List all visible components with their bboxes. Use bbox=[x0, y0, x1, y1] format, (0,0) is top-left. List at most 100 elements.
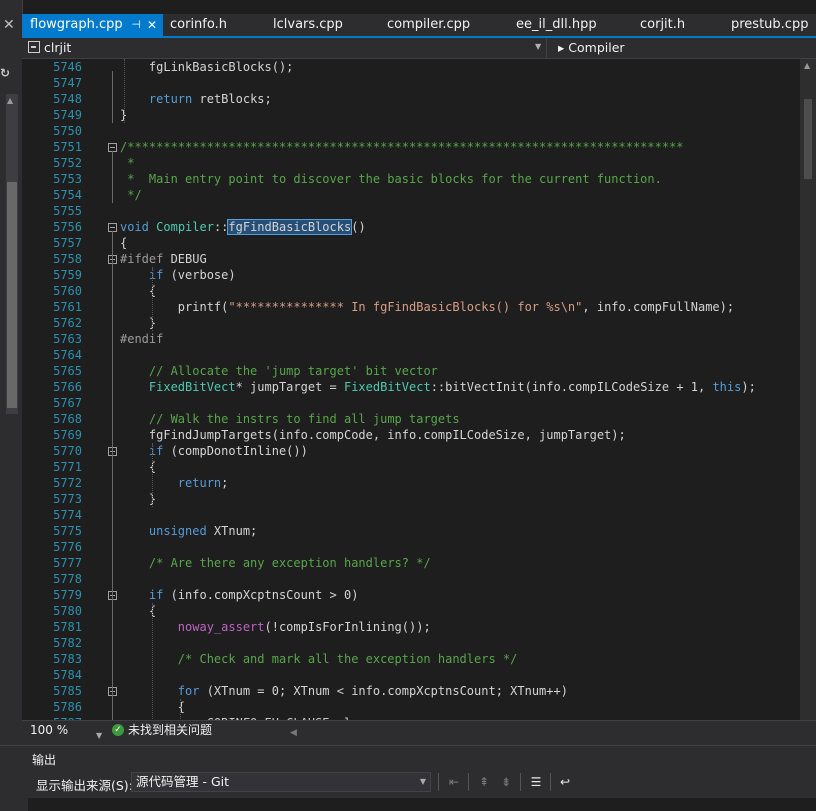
tab-corjit-h[interactable]: corjit.h bbox=[640, 14, 685, 36]
tab-corinfo-h[interactable]: corinfo.h bbox=[170, 14, 227, 36]
tab-label: lclvars.cpp bbox=[273, 17, 343, 32]
code-line[interactable]: 5754 */ bbox=[22, 187, 800, 203]
code-line[interactable]: 5770 if (compDonotInline()) bbox=[22, 443, 800, 459]
pin-icon[interactable]: ⊣ bbox=[131, 14, 141, 36]
code-line[interactable]: 5756 void Compiler::fgFindBasicBlocks() bbox=[22, 219, 800, 235]
chevron-down-icon[interactable]: ▼ bbox=[535, 42, 541, 51]
scroll-thumb[interactable] bbox=[804, 99, 812, 179]
search-options-icon[interactable]: ↻ bbox=[0, 66, 10, 80]
close-tab-icon[interactable]: ✕ bbox=[147, 14, 157, 36]
tab-label: corinfo.h bbox=[170, 17, 227, 32]
code-text: if (compDonotInline()) bbox=[148, 444, 308, 458]
code-line[interactable]: 5773 } bbox=[22, 491, 800, 507]
fold-region-line bbox=[112, 695, 113, 720]
next-message-icon[interactable]: ⇟ bbox=[499, 775, 513, 789]
line-number: 5771 bbox=[53, 460, 82, 474]
code-line[interactable]: 5779 if (info.compXcptnsCount > 0) bbox=[22, 587, 800, 603]
code-line[interactable]: 5763 #endif bbox=[22, 331, 800, 347]
code-line[interactable]: 5746 fgLinkBasicBlocks(); bbox=[22, 59, 800, 75]
code-line[interactable]: 5783 /* Check and mark all the exception… bbox=[22, 651, 800, 667]
tab-ee-il-dll-hpp[interactable]: ee_il_dll.hpp bbox=[516, 14, 597, 36]
code-line[interactable]: 5753 * Main entry point to discover the … bbox=[22, 171, 800, 187]
zoom-level[interactable]: 100 % bbox=[30, 721, 68, 740]
code-line[interactable]: 5760 { bbox=[22, 283, 800, 299]
code-line[interactable]: 5778 bbox=[22, 571, 800, 587]
line-number: 5764 bbox=[53, 348, 82, 362]
line-number: 5779 bbox=[53, 588, 82, 602]
scroll-up-icon[interactable]: ▲ bbox=[7, 96, 13, 105]
code-line[interactable]: 5751 /***********************************… bbox=[22, 139, 800, 155]
scope-label: Compiler bbox=[568, 40, 625, 55]
code-line[interactable]: 5775 unsigned XTnum; bbox=[22, 523, 800, 539]
scroll-up-icon[interactable]: ▲ bbox=[804, 61, 810, 70]
code-line[interactable]: 5781 noway_assert(!compIsForInlining()); bbox=[22, 619, 800, 635]
issues-status[interactable]: 未找到相关问题 bbox=[128, 721, 212, 740]
line-number: 5783 bbox=[53, 652, 82, 666]
code-text: * Main entry point to discover the basic… bbox=[120, 172, 662, 186]
tab-label: compiler.cpp bbox=[387, 17, 471, 32]
code-line[interactable]: 5747 bbox=[22, 75, 800, 91]
code-line[interactable]: 5786 { bbox=[22, 699, 800, 715]
indent-guide bbox=[152, 267, 154, 331]
code-line[interactable]: 5785 for (XTnum = 0; XTnum < info.compXc… bbox=[22, 683, 800, 699]
code-line[interactable]: 5782 bbox=[22, 635, 800, 651]
code-line[interactable]: 5765 // Allocate the 'jump target' bit v… bbox=[22, 363, 800, 379]
code-text: /***************************************… bbox=[120, 140, 684, 154]
code-line[interactable]: 5766 FixedBitVect* jumpTarget = FixedBit… bbox=[22, 379, 800, 395]
tab-lclvars-cpp[interactable]: lclvars.cpp bbox=[273, 14, 343, 36]
code-line[interactable]: 5752 * bbox=[22, 155, 800, 171]
scope-dropdown[interactable]: ▸ Compiler bbox=[558, 38, 625, 58]
code-text: FixedBitVect* jumpTarget = FixedBitVect:… bbox=[148, 380, 756, 394]
line-number: 5751 bbox=[53, 140, 82, 154]
code-line[interactable]: 5764 bbox=[22, 347, 800, 363]
code-line[interactable]: 5758 #ifdef DEBUG bbox=[22, 251, 800, 267]
line-number: 5770 bbox=[53, 444, 82, 458]
toolbar-divider bbox=[468, 773, 469, 791]
code-line[interactable]: 5771 { bbox=[22, 459, 800, 475]
code-line[interactable]: 5772 return; bbox=[22, 475, 800, 491]
vertical-scrollbar[interactable]: ▲ bbox=[800, 59, 816, 720]
line-number: 5753 bbox=[53, 172, 82, 186]
tab-compiler-cpp[interactable]: compiler.cpp bbox=[387, 14, 470, 36]
clear-all-icon[interactable]: ☰ bbox=[529, 775, 543, 789]
output-source-select[interactable]: 源代码管理 - Git ▼ bbox=[131, 772, 431, 792]
find-message-icon[interactable]: ⇤ bbox=[447, 775, 461, 789]
line-number: 5781 bbox=[53, 620, 82, 634]
tab-flowgraph-cpp[interactable]: flowgraph.cpp ⊣ ✕ bbox=[22, 14, 163, 36]
code-line[interactable]: 5749} bbox=[22, 107, 800, 123]
code-line[interactable]: 5755 bbox=[22, 203, 800, 219]
navbar-divider bbox=[546, 38, 547, 58]
word-wrap-icon[interactable]: ↩ bbox=[558, 775, 572, 789]
code-line[interactable]: 5769 fgFindJumpTargets(info.compCode, in… bbox=[22, 427, 800, 443]
line-number: 5778 bbox=[53, 572, 82, 586]
code-line[interactable]: 5784 bbox=[22, 667, 800, 683]
line-number: 5760 bbox=[53, 284, 82, 298]
code-line[interactable]: 5767 bbox=[22, 395, 800, 411]
line-number: 5775 bbox=[53, 524, 82, 538]
previous-message-icon[interactable]: ⇞ bbox=[477, 775, 491, 789]
code-line[interactable]: 5759 if (verbose) bbox=[22, 267, 800, 283]
code-line[interactable]: 5762 } bbox=[22, 315, 800, 331]
code-line[interactable]: 5776 bbox=[22, 539, 800, 555]
code-line[interactable]: 5761 printf("*************** In fgFindBa… bbox=[22, 299, 800, 315]
project-dropdown[interactable]: clrjit bbox=[28, 38, 71, 58]
code-line[interactable]: 5757 { bbox=[22, 235, 800, 251]
code-line[interactable]: 5777 /* Are there any exception handlers… bbox=[22, 555, 800, 571]
fold-region-line bbox=[112, 455, 113, 507]
code-line[interactable]: 5768 // Walk the instrs to find all jump… bbox=[22, 411, 800, 427]
code-line[interactable]: 5774 bbox=[22, 507, 800, 523]
line-number: 5766 bbox=[53, 380, 82, 394]
line-number: 5755 bbox=[53, 204, 82, 218]
code-line[interactable]: 5780 { bbox=[22, 603, 800, 619]
close-icon[interactable]: ✕ bbox=[3, 17, 15, 33]
code-line[interactable]: 5750 bbox=[22, 123, 800, 139]
output-text-area[interactable] bbox=[28, 798, 816, 811]
code-editor[interactable]: 5746 fgLinkBasicBlocks(); 5747 5748 return… bbox=[22, 59, 800, 720]
code-line[interactable]: 5748 return retBlocks; bbox=[22, 91, 800, 107]
code-text: */ bbox=[120, 188, 142, 202]
line-number: 5748 bbox=[53, 92, 82, 106]
code-text: unsigned XTnum; bbox=[148, 524, 258, 538]
tab-prestub-cpp[interactable]: prestub.cpp bbox=[731, 14, 808, 36]
code-text: #ifdef DEBUG bbox=[120, 252, 207, 266]
left-panel-scroll-thumb[interactable] bbox=[7, 182, 17, 408]
